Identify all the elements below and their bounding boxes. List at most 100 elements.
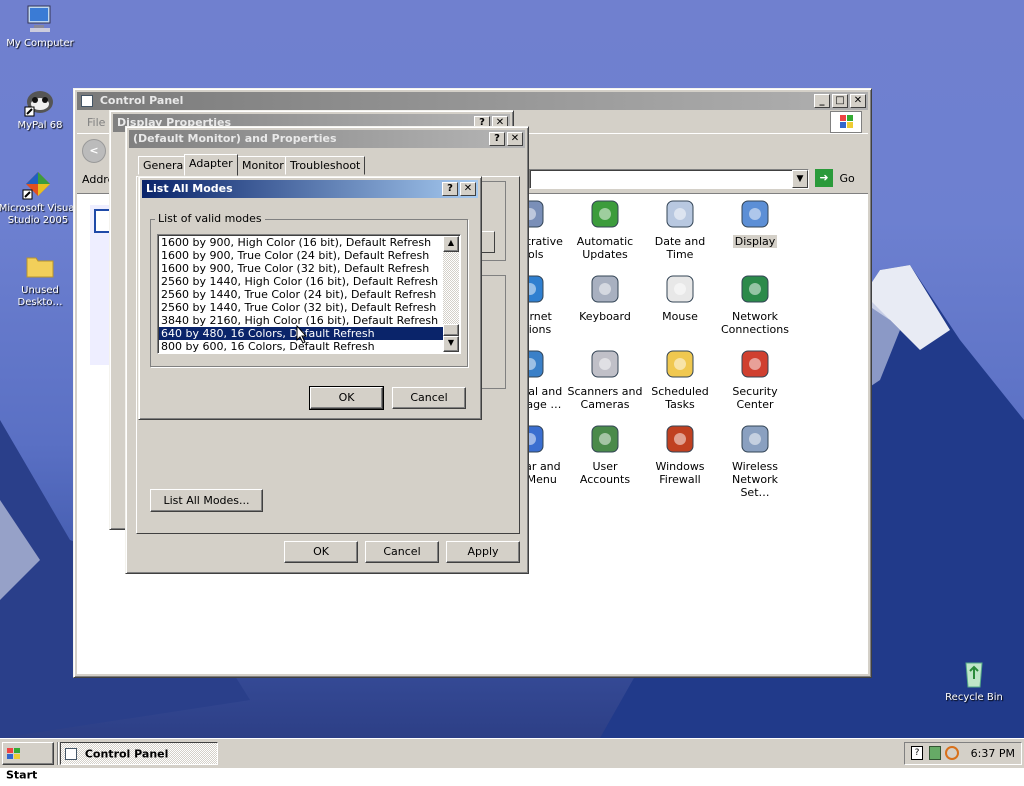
list-item[interactable]: 1600 by 900, High Color (16 bit), Defaul… [159, 236, 443, 249]
search-tray-icon[interactable] [945, 746, 959, 760]
ok-button[interactable]: OK [284, 541, 358, 563]
help-tray-icon[interactable]: ? [911, 746, 923, 760]
start-button[interactable]: Start [2, 742, 54, 782]
raccoon-browser-icon [24, 85, 56, 117]
tab-adapter[interactable]: Adapter [184, 154, 238, 176]
clock[interactable]: 6:37 PM [971, 747, 1015, 760]
apply-button[interactable]: Apply [446, 541, 520, 563]
control-panel-icon [65, 748, 77, 760]
control-panel-item-label: Scanners and Cameras [567, 385, 643, 411]
list-item[interactable]: 2560 by 1440, High Color (16 bit), Defau… [159, 275, 443, 288]
scroll-thumb[interactable] [443, 324, 459, 336]
menu-file[interactable]: File [87, 116, 105, 129]
control-panel-titlebar[interactable]: Control Panel _ □ ✕ [77, 92, 868, 110]
monitor-properties-titlebar[interactable]: (Default Monitor) and Properties ? ✕ [129, 130, 525, 148]
go-arrow-icon: ➜ [815, 169, 833, 187]
control-panel-item[interactable]: Scanners and Cameras [567, 347, 643, 411]
modes-listbox[interactable]: 1600 by 900, High Color (16 bit), Defaul… [157, 234, 461, 354]
task-label: Control Panel [84, 747, 169, 761]
control-panel-icon [81, 95, 93, 107]
list-item[interactable]: 1600 by 900, True Color (32 bit), Defaul… [159, 262, 443, 275]
desktop-icon-label: My Computer [6, 38, 74, 49]
control-panel-item[interactable]: User Accounts [567, 422, 643, 486]
close-button[interactable]: ✕ [460, 182, 476, 196]
desktop: My Computer MyPal 68 Microsoft Visual St… [0, 0, 1024, 738]
tab-strip: General Adapter Monitor Troubleshoot [136, 154, 516, 178]
listbox-scrollbar[interactable]: ▲ ▼ [443, 236, 459, 352]
scroll-down-button[interactable]: ▼ [443, 336, 459, 352]
control-panel-item[interactable]: Date and Time [642, 197, 718, 261]
control-panel-item[interactable]: Windows Firewall [642, 422, 718, 486]
control-panel-item-label: Network Connections [721, 310, 789, 336]
mouse-icon [663, 272, 697, 306]
start-label: Start [6, 768, 38, 782]
desktop-icon-label: MyPal 68 [17, 120, 63, 131]
control-panel-item[interactable]: Wireless Network Set… [717, 422, 793, 499]
windows-flag-icon [6, 747, 22, 761]
cancel-button[interactable]: Cancel [392, 387, 466, 409]
address-bar[interactable]: ▼ [529, 169, 809, 189]
folder-clock-icon [663, 347, 697, 381]
shield-icon [738, 347, 772, 381]
desktop-icon-label: Unused Deskto… [17, 285, 63, 308]
control-panel-item-label: Display [732, 235, 778, 248]
system-tray: ? 6:37 PM [904, 742, 1022, 765]
scroll-up-button[interactable]: ▲ [443, 236, 459, 252]
close-button[interactable]: ✕ [850, 94, 866, 108]
network-icon [738, 272, 772, 306]
visual-studio-icon [22, 168, 54, 200]
keyboard-icon [588, 272, 622, 306]
list-item[interactable]: 2560 by 1440, True Color (32 bit), Defau… [159, 301, 443, 314]
control-panel-item[interactable]: Keyboard [567, 272, 643, 323]
folder-icon [24, 250, 56, 282]
clock-icon [663, 197, 697, 231]
firewall-icon [663, 422, 697, 456]
taskbar-task-control-panel[interactable]: Control Panel [60, 742, 218, 765]
list-all-modes-dialog: List All Modes ? ✕ List of valid modes 1… [138, 176, 482, 420]
control-panel-item-label: Scheduled Tasks [651, 385, 709, 411]
cancel-button[interactable]: Cancel [365, 541, 439, 563]
go-button[interactable]: ➜ Go [815, 169, 865, 189]
info-group-fragment [481, 275, 506, 389]
desktop-icon-unused[interactable]: Unused Deskto… [0, 250, 80, 309]
list-all-modes-titlebar[interactable]: List All Modes ? ✕ [142, 180, 478, 198]
control-panel-item[interactable]: Automatic Updates [567, 197, 643, 261]
control-panel-item[interactable]: Security Center [717, 347, 793, 411]
list-item[interactable]: 1600 by 900, True Color (24 bit), Defaul… [159, 249, 443, 262]
my-computer-icon [24, 3, 56, 35]
control-panel-items: ministrative Tools Automatic Updates Date … [497, 197, 854, 499]
users-icon [588, 422, 622, 456]
list-all-modes-button[interactable]: List All Modes... [150, 489, 263, 512]
list-item[interactable]: 2560 by 1440, True Color (24 bit), Defau… [159, 288, 443, 301]
dialog-title: List All Modes [146, 182, 233, 195]
chevron-down-icon[interactable]: ▼ [792, 170, 808, 188]
desktop-icon-visual-studio[interactable]: Microsoft Visual Studio 2005 [0, 168, 78, 227]
help-button[interactable]: ? [489, 132, 505, 146]
tab-monitor[interactable]: Monitor [237, 156, 289, 175]
help-button[interactable]: ? [442, 182, 458, 196]
go-label: Go [839, 171, 855, 185]
mouse-cursor-icon [296, 325, 308, 344]
maximize-button[interactable]: □ [832, 94, 848, 108]
control-panel-item-label: Security Center [732, 385, 778, 411]
tab-troubleshoot[interactable]: Troubleshoot [285, 156, 366, 175]
desktop-icon-label: Microsoft Visual Studio 2005 [0, 203, 78, 226]
network-tray-icon[interactable] [929, 746, 941, 760]
control-panel-item[interactable]: Scheduled Tasks [642, 347, 718, 411]
control-panel-item-label: Automatic Updates [576, 235, 634, 261]
ok-button[interactable]: OK [309, 386, 384, 410]
windows-update-icon [588, 197, 622, 231]
taskbar: Start Control Panel ? 6:37 PM [0, 738, 1024, 782]
desktop-icon-mypal[interactable]: MyPal 68 [0, 85, 80, 132]
back-button[interactable]: < [82, 139, 106, 163]
desktop-icon-recycle-bin[interactable]: Recycle Bin [934, 657, 1014, 704]
control-panel-item[interactable]: Mouse [642, 272, 718, 323]
control-panel-item[interactable]: Display [717, 197, 793, 248]
adapter-btn-fragment [481, 231, 495, 253]
close-button[interactable]: ✕ [507, 132, 523, 146]
recycle-bin-icon [958, 657, 990, 689]
control-panel-item-label: Keyboard [579, 310, 631, 323]
minimize-button[interactable]: _ [814, 94, 830, 108]
desktop-icon-my-computer[interactable]: My Computer [0, 3, 80, 50]
control-panel-item[interactable]: Network Connections [717, 272, 793, 336]
